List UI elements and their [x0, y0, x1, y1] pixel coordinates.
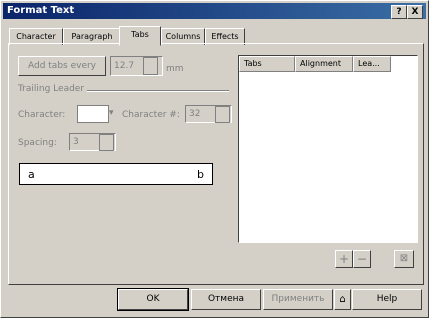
chevron-down-icon: ▾: [109, 108, 114, 118]
lock-button[interactable]: ⌂: [334, 289, 351, 310]
leader-preview: a b: [19, 163, 213, 185]
add-tab-button[interactable]: +: [335, 250, 353, 268]
column-header-alignment[interactable]: Alignment: [295, 56, 353, 72]
delete-all-icon: ⊠: [399, 253, 409, 264]
spacing-spinner[interactable]: [99, 134, 114, 151]
character-number-spinner[interactable]: [215, 106, 230, 123]
preview-right-text: b: [197, 168, 204, 181]
format-text-dialog: Format Text ? X Character Paragraph Tabs…: [0, 0, 429, 318]
spacing-label: Spacing:: [18, 138, 57, 148]
trailing-leader-label: Trailing Leader: [18, 84, 85, 94]
trailing-leader-divider: [87, 90, 229, 92]
column-header-leader[interactable]: Lea...: [353, 56, 391, 72]
character-label: Character:: [18, 110, 66, 120]
clear-tabs-button[interactable]: ⊠: [394, 250, 414, 268]
tab-stops-list[interactable]: Tabs Alignment Lea...: [238, 55, 418, 243]
help-button[interactable]: ?: [391, 5, 407, 19]
character-number-label: Character #:: [122, 110, 180, 120]
lock-icon: ⌂: [339, 294, 346, 305]
apply-button[interactable]: Применить: [263, 289, 333, 310]
column-header-tabs[interactable]: Tabs: [239, 56, 295, 72]
title-bar: Format Text ? X: [3, 3, 426, 19]
character-select[interactable]: [77, 105, 109, 123]
tab-tabs[interactable]: Tabs: [119, 26, 161, 46]
spacing-value: 3: [73, 137, 79, 147]
interval-unit-label: mm: [166, 64, 184, 74]
tabs-panel: Add tabs every 12.7 mm Trailing Leader C…: [8, 43, 424, 285]
preview-left-text: a: [28, 168, 35, 181]
close-button[interactable]: X: [407, 5, 423, 19]
tab-interval-spinner[interactable]: [143, 57, 158, 75]
ok-button[interactable]: OK: [117, 288, 189, 311]
window-title: Format Text: [7, 5, 75, 16]
help-footer-button[interactable]: Help: [352, 289, 422, 310]
add-tabs-every-button[interactable]: Add tabs every: [18, 56, 106, 76]
character-number-value: 32: [189, 109, 201, 119]
remove-tab-button[interactable]: −: [353, 250, 371, 268]
tab-interval-value: 12.7: [114, 61, 135, 71]
cancel-button[interactable]: Отмена: [191, 289, 261, 310]
